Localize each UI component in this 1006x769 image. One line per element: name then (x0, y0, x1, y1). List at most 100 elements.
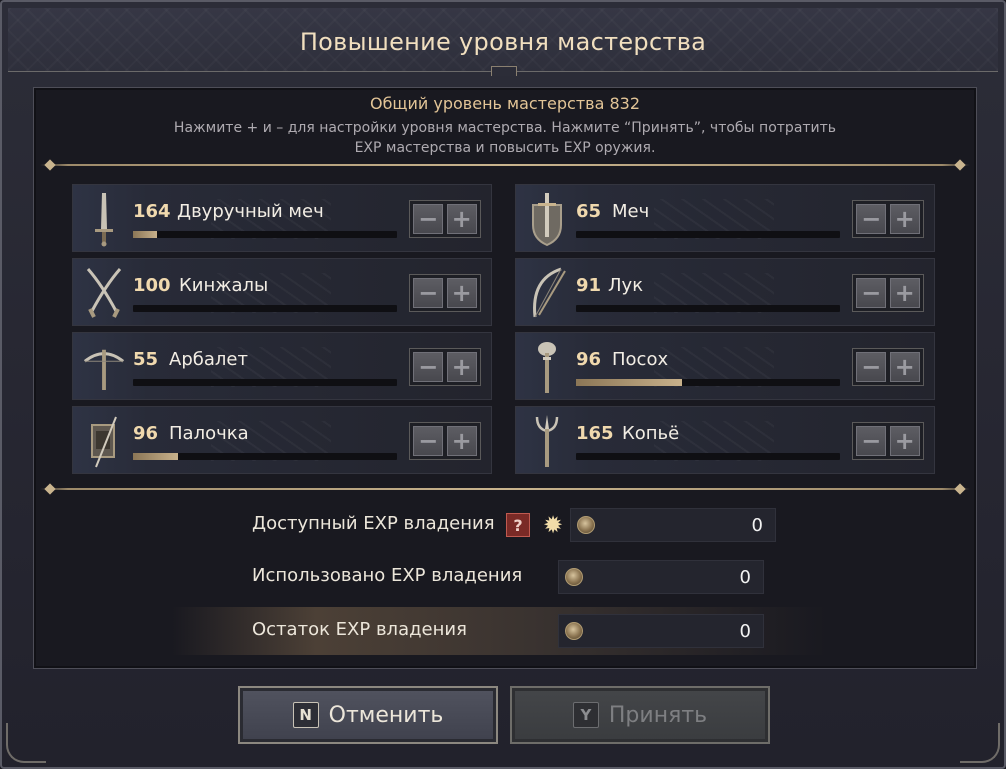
remaining-exp-label: Остаток EXP владения (252, 619, 467, 640)
weapon-progress-bar (133, 305, 397, 312)
used-exp-field: 0 (558, 560, 764, 594)
weapon-progress-bar (576, 379, 840, 386)
instruction-text: Нажмите + и – для настройки уровня масте… (173, 120, 837, 156)
weapon-level: 164 (133, 201, 171, 222)
plus-button[interactable]: + (446, 204, 477, 234)
mastery-dialog: Повышение уровня мастерства Общий уровен… (0, 0, 1006, 769)
minus-button[interactable]: − (856, 426, 887, 456)
level-adjuster: − + (409, 200, 481, 238)
weapon-row-daggers: 100 Кинжалы − + (72, 258, 492, 326)
daggers-icon (81, 263, 127, 323)
weapon-name: Кинжалы (179, 275, 269, 296)
remaining-exp-value: 0 (739, 621, 751, 642)
greatsword-icon (81, 189, 127, 249)
weapon-name: Посох (612, 349, 669, 370)
weapon-row-bow: 91 Лук − + (515, 258, 935, 326)
plus-button[interactable]: + (446, 426, 477, 456)
exp-coin-icon (565, 622, 583, 640)
minus-button[interactable]: − (856, 352, 887, 382)
weapon-name: Палочка (169, 423, 249, 444)
weapon-level: 96 (576, 349, 602, 370)
weapon-row-wand: 96 Палочка − + (72, 406, 492, 474)
plus-button[interactable]: + (889, 352, 920, 382)
minus-button[interactable]: − (413, 278, 444, 308)
minus-button[interactable]: − (856, 204, 887, 234)
level-adjuster: − + (409, 274, 481, 312)
weapon-level: 55 (133, 349, 159, 370)
level-adjuster: − + (852, 274, 924, 312)
available-exp-value: 0 (751, 515, 763, 536)
help-icon[interactable]: ? (506, 513, 530, 537)
sword-shield-icon (524, 189, 570, 249)
exp-coin-icon (565, 568, 583, 586)
crossbow-icon (81, 337, 127, 397)
sun-icon: ✹ (542, 511, 564, 539)
weapon-row-staff: 96 Посох − + (515, 332, 935, 400)
weapon-progress-bar (576, 453, 840, 460)
cancel-button-label: Отменить (328, 702, 444, 728)
plus-button[interactable]: + (446, 352, 477, 382)
plus-button[interactable]: + (889, 278, 920, 308)
used-exp-row: Использовано EXP владения 0 (172, 553, 826, 601)
staff-icon (524, 337, 570, 397)
weapon-level: 65 (576, 201, 602, 222)
weapon-progress-fill (576, 379, 682, 386)
used-exp-value: 0 (739, 567, 751, 588)
accept-button[interactable]: Y Принять (510, 686, 770, 744)
available-exp-field: 0 (570, 508, 776, 542)
weapon-progress-bar (576, 231, 840, 238)
divider-top (40, 164, 970, 166)
weapon-progress-bar (133, 231, 397, 238)
hotkey-n: N (292, 702, 319, 728)
weapon-progress-fill (133, 453, 178, 460)
remaining-exp-row: Остаток EXP владения 0 (172, 607, 826, 655)
weapon-name: Арбалет (169, 349, 248, 370)
level-adjuster: − + (409, 422, 481, 460)
plus-button[interactable]: + (889, 204, 920, 234)
corner-ornament-left (6, 723, 46, 763)
weapon-progress-bar (133, 453, 397, 460)
weapon-progress-fill (133, 231, 157, 238)
divider-bottom (40, 488, 970, 490)
weapon-progress-bar (576, 305, 840, 312)
minus-button[interactable]: − (413, 352, 444, 382)
total-mastery-level: Общий уровень мастерства 832 (369, 94, 641, 113)
dialog-title: Повышение уровня мастерства (299, 28, 707, 56)
weapon-row-sword: 65 Меч − + (515, 184, 935, 252)
weapon-name: Меч (612, 201, 650, 222)
wand-icon (81, 411, 127, 471)
dialog-header: Повышение уровня мастерства (8, 8, 998, 72)
level-adjuster: − + (852, 422, 924, 460)
weapon-name: Двуручный меч (177, 201, 324, 222)
exp-coin-icon (577, 516, 595, 534)
weapon-row-greatsword: 164 Двуручный меч − + (72, 184, 492, 252)
weapon-name: Копьё (622, 423, 680, 444)
minus-button[interactable]: − (413, 426, 444, 456)
accept-button-label: Принять (608, 702, 708, 728)
level-adjuster: − + (409, 348, 481, 386)
used-exp-label: Использовано EXP владения (252, 565, 523, 586)
weapon-level: 91 (576, 275, 602, 296)
minus-button[interactable]: − (856, 278, 887, 308)
weapon-progress-bar (133, 379, 397, 386)
minus-button[interactable]: − (413, 204, 444, 234)
level-adjuster: − + (852, 348, 924, 386)
weapon-level: 165 (576, 423, 614, 444)
level-adjuster: − + (852, 200, 924, 238)
plus-button[interactable]: + (889, 426, 920, 456)
cancel-button[interactable]: N Отменить (238, 686, 498, 744)
bow-icon (524, 263, 570, 323)
weapon-name: Лук (608, 275, 644, 296)
corner-ornament-right (960, 723, 1000, 763)
available-exp-label: Доступный EXP владения (252, 513, 495, 534)
weapon-row-crossbow: 55 Арбалет − + (72, 332, 492, 400)
header-notch-ornament (491, 66, 517, 76)
spear-icon (524, 411, 570, 471)
weapon-row-spear: 165 Копьё − + (515, 406, 935, 474)
plus-button[interactable]: + (446, 278, 477, 308)
available-exp-row: Доступный EXP владения ? ✹ 0 (172, 501, 826, 549)
hotkey-y: Y (572, 702, 599, 728)
remaining-exp-field: 0 (558, 614, 764, 648)
weapon-level: 96 (133, 423, 159, 444)
weapon-level: 100 (133, 275, 171, 296)
